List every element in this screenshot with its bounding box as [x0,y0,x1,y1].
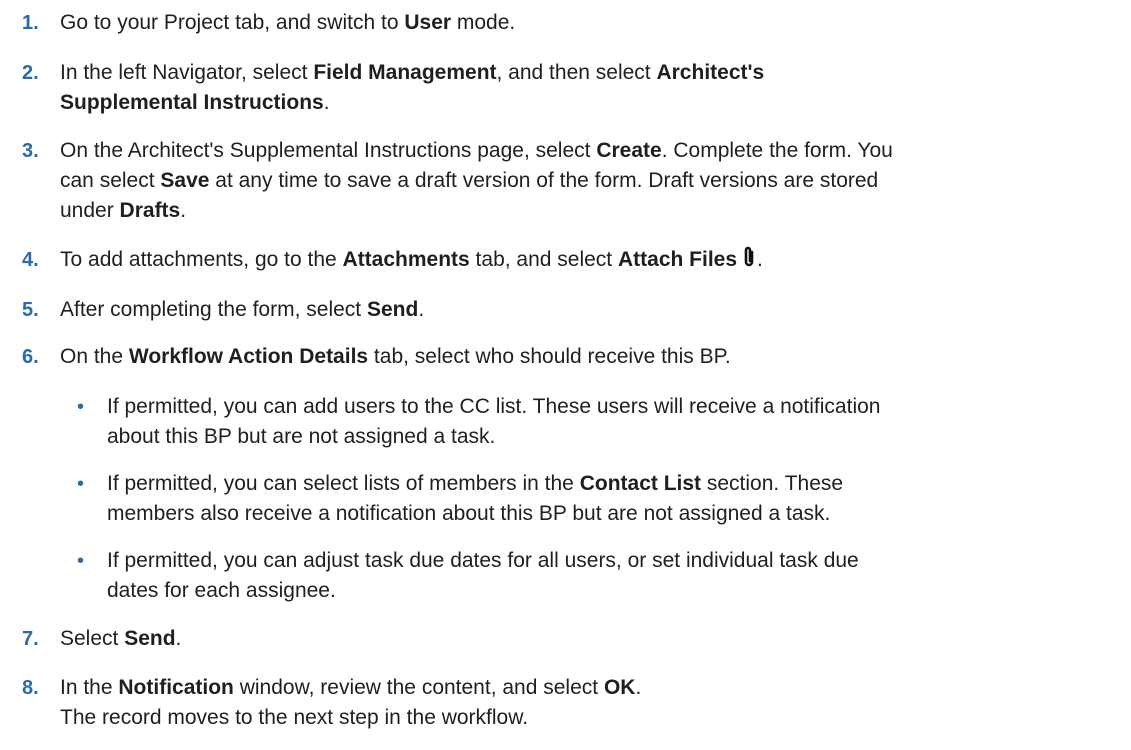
step-text: After completing the form, select Send. [60,298,425,321]
step-text: On the Architect's Supplemental Instruct… [60,139,893,222]
step-number: 3. [22,140,39,162]
ui-term: Supplemental Instructions [60,91,324,114]
bullet: • [77,396,85,418]
ui-term: OK [603,676,636,699]
ui-term: Attachments [342,248,470,271]
step-number: 5. [22,299,39,321]
ui-term: Field Management [313,61,497,84]
bullet: • [77,473,85,495]
step-number: 7. [22,628,39,650]
substep-text: If permitted, you can add users to the C… [107,395,881,448]
step-text: On the Workflow Action Details tab, sele… [60,345,731,368]
step-number: 1. [22,12,39,34]
ui-term: Save [160,169,210,192]
ui-term: Create [596,139,662,162]
step-text: In the left Navigator, select Field Mana… [60,61,765,114]
step-text: Select Send. [60,627,182,650]
ui-term: Workflow Action Details [128,345,369,368]
substep-text: If permitted, you can select lists of me… [107,472,844,525]
ui-term: Send [366,298,419,321]
ui-term: Drafts [119,199,181,222]
paperclip-icon [741,245,757,269]
step-text: To add attachments, go to the Attachment… [60,245,1120,275]
substep-text: If permitted, you can adjust task due da… [107,549,859,602]
step-result: The record moves to the next step in the… [60,706,529,729]
step-text: Go to your Project tab, and switch to Us… [60,11,516,34]
ui-term: Attach Files [617,248,738,271]
ui-term: Architect's [656,61,765,84]
bullet: • [77,550,85,572]
step-number: 4. [22,249,39,271]
ui-term: Contact List [579,472,702,495]
step-number: 2. [22,62,39,84]
step-number: 8. [22,677,39,699]
ui-term: Notification [118,676,234,699]
step-number: 6. [22,346,39,368]
step-text: In the Notification window, review the c… [60,676,642,729]
ui-term: Send [124,627,176,650]
ui-term: User [404,11,452,34]
